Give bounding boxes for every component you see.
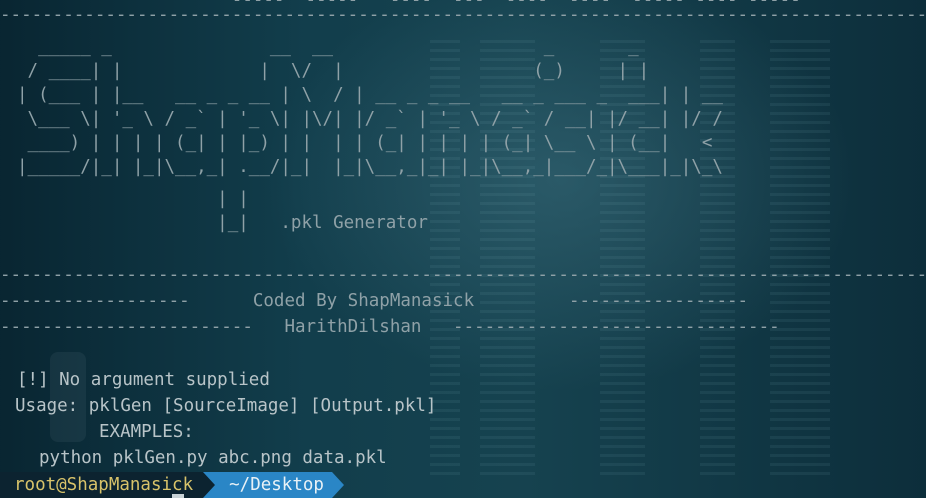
ascii-art-line: |_____/|_| |_|\__,_| .__/|_| |_|\__,_|_|… — [17, 157, 723, 177]
banner-subtitle: |_| .pkl Generator — [17, 213, 428, 233]
prompt-directory: ~/Desktop — [215, 472, 332, 498]
banner-author: ------------------------ HarithDilshan -… — [0, 317, 780, 337]
ascii-art-line: _____ _ __ __ _ _ — [17, 37, 681, 57]
banner-rule-mid: ----------------------------------------… — [0, 265, 926, 285]
usage-line: Usage: pklGen [SourceImage] [Output.pkl] — [15, 396, 437, 416]
ascii-art-line: / ____| | | \/ | (_) | | — [17, 61, 681, 81]
ascii-art-line: | | — [17, 189, 249, 209]
terminal-window[interactable]: ----- ----- ---- --- ---- ---- ----- ---… — [0, 0, 926, 498]
error-message: [!] No argument supplied — [17, 370, 270, 390]
ascii-art-line: | (___ | |__ __ _ _ __ | \ / | __ _ _ __… — [17, 85, 723, 105]
banner-coded-by: ------------------ Coded By ShapManasick… — [0, 291, 749, 311]
ascii-art-line: \___ \| '_ \ / _` | '_ \| |\/| |/ _` | '… — [17, 109, 723, 129]
prompt-end-icon — [331, 472, 344, 498]
prompt-separator-icon — [203, 472, 216, 498]
example-command: python pklGen.py abc.png data.pkl — [39, 448, 387, 468]
ascii-art-line: ____) | | | | (_| | |_) | | | | (_| | | … — [17, 133, 723, 153]
text-cursor[interactable] — [172, 494, 184, 498]
banner-rule-top: ----------------------------------------… — [0, 5, 926, 25]
examples-label: EXAMPLES: — [99, 422, 194, 442]
